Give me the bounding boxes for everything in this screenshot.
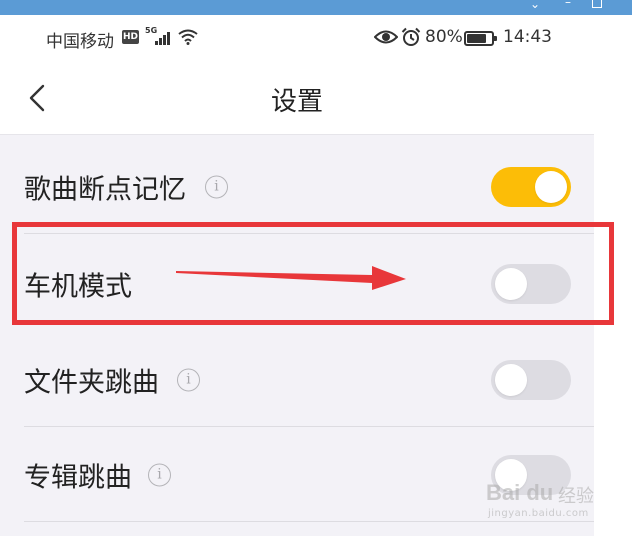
info-icon[interactable]: i — [148, 463, 171, 486]
wifi-icon — [178, 29, 198, 45]
minimize-icon[interactable]: – — [565, 0, 571, 13]
phone-screen: 中国移动 HD 5G 80% 14:43 设置 歌曲断点记忆 i 车机模式 文件… — [0, 15, 594, 536]
window-gutter — [594, 15, 632, 536]
status-bar: 中国移动 HD 5G 80% 14:43 — [0, 15, 594, 61]
title-bar: 设置 — [0, 61, 594, 135]
info-icon[interactable]: i — [205, 175, 228, 198]
toggle-switch[interactable] — [491, 454, 571, 495]
carrier-name: 中国移动 — [46, 32, 114, 52]
eye-icon — [374, 30, 398, 44]
page-title: 设置 — [270, 87, 323, 117]
maximize-icon[interactable] — [592, 0, 602, 8]
battery-percent: 80% — [425, 27, 463, 47]
chevron-down-icon[interactable]: ⌄ — [530, 0, 540, 15]
toggle-switch[interactable] — [491, 263, 571, 304]
battery-icon — [464, 31, 497, 46]
host-window-titlebar: ⌄ – — [0, 0, 632, 15]
setting-label: 歌曲断点记忆 — [24, 174, 186, 205]
toggle-switch[interactable] — [491, 359, 571, 400]
toggle-knob — [535, 170, 567, 203]
setting-row-folder-skip: 文件夹跳曲 i — [0, 332, 594, 427]
toggle-knob — [495, 458, 527, 491]
signal-bars-icon — [155, 32, 171, 45]
row-divider — [24, 521, 594, 522]
clock: 14:43 — [503, 27, 552, 47]
alarm-clock-icon — [401, 27, 421, 46]
setting-row-car-mode: 车机模式 — [0, 236, 594, 331]
row-divider — [24, 233, 594, 234]
battery-level-fill — [467, 34, 486, 43]
info-icon[interactable]: i — [177, 368, 200, 391]
toggle-knob — [495, 267, 527, 300]
battery-nub — [494, 36, 497, 41]
toggle-switch[interactable] — [491, 166, 571, 207]
setting-label: 专辑跳曲 — [24, 462, 132, 493]
setting-label: 车机模式 — [24, 271, 132, 302]
setting-row-song-resume: 歌曲断点记忆 i — [0, 139, 594, 234]
setting-label: 文件夹跳曲 — [24, 367, 159, 398]
setting-row-album-skip: 专辑跳曲 i — [0, 427, 594, 522]
hd-badge-icon: HD — [122, 30, 139, 44]
toggle-knob — [495, 363, 527, 396]
